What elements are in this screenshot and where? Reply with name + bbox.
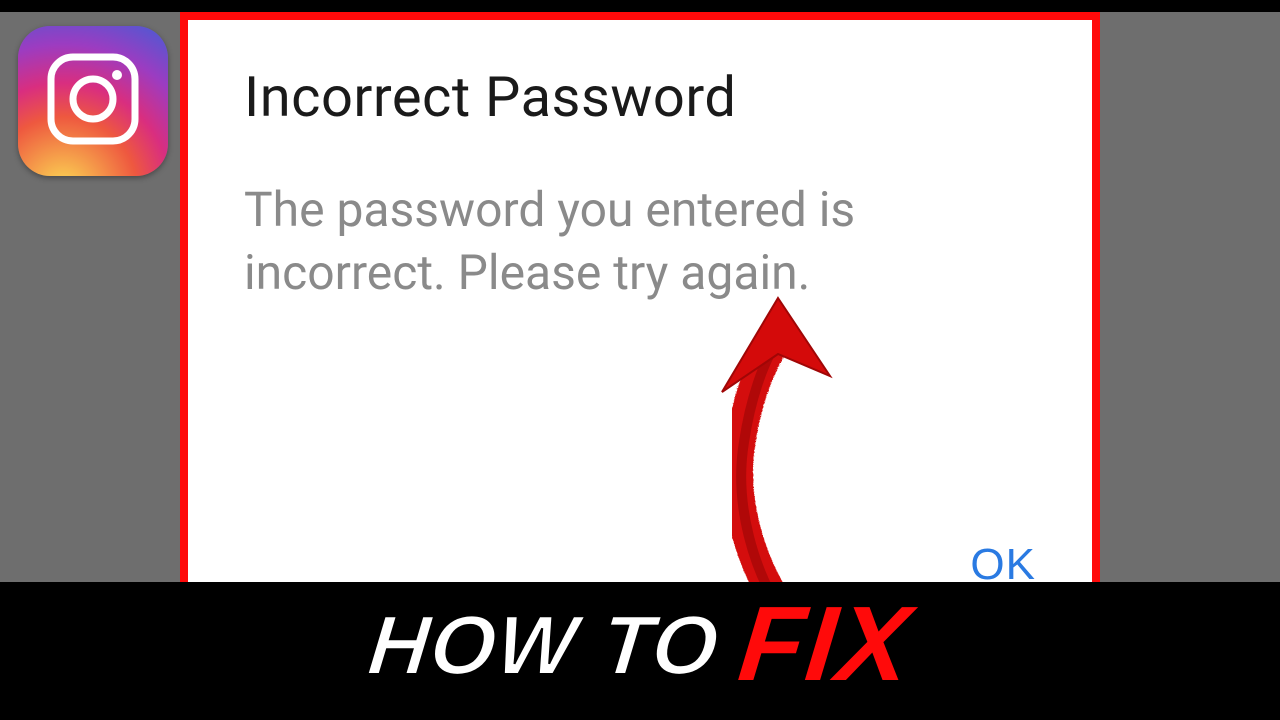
- error-dialog: Incorrect Password The password you ente…: [188, 20, 1092, 582]
- dialog-body: The password you entered is incorrect. P…: [244, 178, 1004, 305]
- instagram-logo: [18, 26, 168, 176]
- title-banner: HOW TO FIX: [0, 582, 1280, 708]
- letterbox-bottom: [0, 708, 1280, 720]
- instagram-icon: [43, 49, 143, 153]
- letterbox-top: [0, 0, 1280, 12]
- banner-lead-text: HOW TO: [364, 597, 724, 694]
- banner-emphasis-text: FIX: [735, 597, 916, 692]
- dialog-title: Incorrect Password: [244, 64, 1036, 130]
